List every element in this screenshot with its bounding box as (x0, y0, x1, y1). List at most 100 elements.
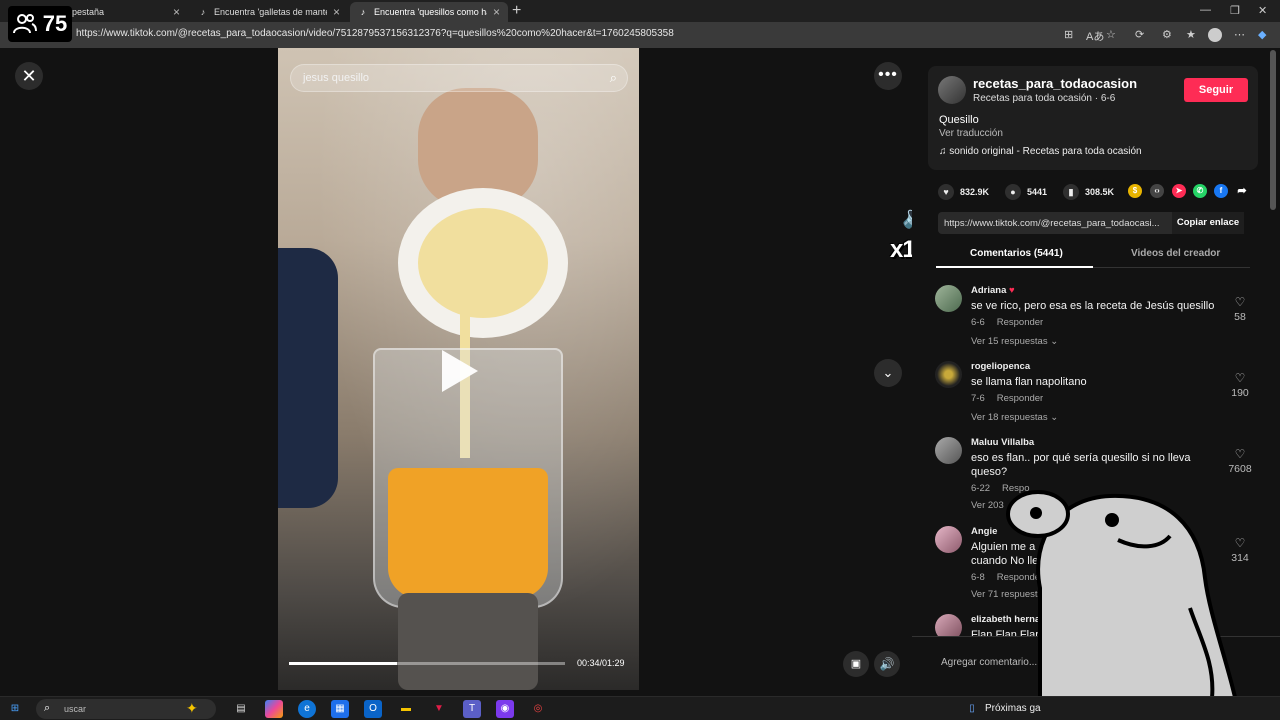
video-progress-bar[interactable] (289, 662, 565, 665)
commenter-name[interactable]: Adriana ♥ (971, 285, 1015, 296)
comment-count: 5441 (1027, 187, 1048, 197)
save-count: 308.5K (1085, 187, 1115, 197)
search-icon[interactable]: ⌕ (610, 70, 617, 86)
sparkle-icon: ✦ (186, 700, 198, 716)
outlook-icon[interactable]: O (364, 700, 382, 718)
heart-outline-icon[interactable]: ♡ (1225, 447, 1255, 461)
save-stat[interactable]: ▮ 308.5K (1063, 184, 1114, 200)
like-stat[interactable]: ♥ 832.9K (938, 184, 989, 200)
commenter-name[interactable]: rogeliopenca (971, 361, 1030, 372)
view-replies-button[interactable]: Ver 203 (971, 500, 1004, 511)
read-aloud-icon[interactable]: Aあ (1086, 28, 1104, 44)
taskbar-search[interactable]: ⌕ uscar ✦ (36, 699, 216, 719)
share-link-box[interactable]: https://www.tiktok.com/@recetas_para_tod… (938, 212, 1172, 234)
url-field[interactable]: https://www.tiktok.com/@recetas_para_tod… (76, 28, 674, 39)
whatsapp-icon[interactable]: ✆ (1193, 184, 1207, 198)
taskbar-search-input[interactable]: uscar (64, 704, 86, 714)
page-scrollbar[interactable] (1270, 50, 1276, 210)
close-video-button[interactable]: ✕ (15, 62, 43, 90)
taskbar-news[interactable]: Próximas ga (985, 703, 1041, 714)
comment-item: rogeliopenca se llama flan napolitano 7-… (935, 361, 1255, 425)
picture-in-picture-button[interactable]: ▣ (843, 651, 869, 677)
maximize-icon[interactable]: ❐ (1230, 4, 1240, 17)
send-icon[interactable]: ➤ (1172, 184, 1186, 198)
obs-icon[interactable]: ◎ (529, 700, 547, 718)
menu-icon[interactable]: ⋯ (1234, 28, 1245, 41)
comment-like[interactable]: ♡ 190 (1225, 371, 1255, 399)
copy-link-button[interactable]: Copiar enlace (1172, 212, 1244, 234)
heart-icon[interactable]: ♥ (938, 184, 954, 200)
play-icon[interactable] (442, 350, 478, 392)
address-bar: https://www.tiktok.com/@recetas_para_tod… (0, 22, 1280, 48)
comment-like[interactable]: ♡ 58 (1225, 295, 1255, 323)
commenter-name[interactable]: Angie (971, 526, 997, 537)
browser-tab-3[interactable]: ♪ Encuentra 'quesillos como hacer' × (350, 2, 508, 22)
blob-mascot-overlay (1006, 490, 1243, 720)
file-explorer-icon[interactable]: ▬ (397, 700, 415, 718)
close-tab-icon[interactable]: × (173, 5, 180, 19)
author-name[interactable]: recetas_para_todaocasion (973, 76, 1137, 91)
share-arrow-icon[interactable]: ➦ (1235, 184, 1249, 198)
store-icon[interactable]: ▦ (331, 700, 349, 718)
follow-button[interactable]: Seguir (1184, 78, 1248, 102)
music-title: sonido original - Recetas para toda ocas… (949, 146, 1142, 157)
translate-link[interactable]: Ver traducción (939, 128, 1003, 139)
bookmark-icon[interactable]: ▮ (1063, 184, 1079, 200)
next-video-button[interactable]: ⌄ (874, 359, 902, 387)
comment-date: 6-6 (971, 317, 985, 328)
coin-share-icon[interactable]: $ (1128, 184, 1142, 198)
edge-icon[interactable]: e (298, 700, 316, 718)
browser-tab-2[interactable]: ♪ Encuentra 'galletas de mantequilla × (190, 2, 348, 22)
commenter-name[interactable]: Maluu Villalba (971, 437, 1034, 448)
close-window-icon[interactable]: ✕ (1258, 4, 1267, 17)
browser-tab-1[interactable]: pestaña × (64, 2, 188, 22)
commenter-avatar[interactable] (935, 285, 962, 312)
task-view-icon[interactable]: ▤ (232, 700, 250, 718)
close-tab-icon[interactable]: × (333, 5, 340, 19)
heart-outline-icon[interactable]: ♡ (1225, 295, 1255, 309)
author-subtitle: Recetas para toda ocasión · 6-6 (973, 93, 1116, 104)
profile-avatar[interactable] (1208, 28, 1222, 42)
facebook-icon[interactable]: f (1214, 184, 1228, 198)
copilot-app-icon[interactable] (265, 700, 283, 718)
video-progress-fill (289, 662, 397, 665)
refresh-icon[interactable]: ⟳ (1135, 28, 1144, 41)
vpn-icon[interactable]: ▼ (430, 700, 448, 718)
copilot-icon[interactable]: ◆ (1258, 28, 1266, 41)
apron-shape (278, 248, 338, 508)
heart-outline-icon[interactable]: ♡ (1225, 371, 1255, 385)
author-avatar[interactable] (938, 76, 966, 104)
close-tab-icon[interactable]: × (493, 5, 500, 19)
windows-start-icon[interactable]: ⊞ (6, 700, 24, 718)
commenter-avatar[interactable] (935, 526, 962, 553)
commenter-avatar[interactable] (935, 361, 962, 388)
video-search-bar[interactable]: jesus quesillo ⌕ (290, 64, 628, 92)
view-replies-button[interactable]: Ver 18 respuestas ⌄ (971, 412, 1058, 423)
participants-count: 75 (42, 11, 68, 36)
commenter-avatar[interactable] (935, 614, 962, 636)
comment-date: 7-6 (971, 393, 985, 404)
volume-button[interactable]: 🔊 (874, 651, 900, 677)
comment-stat[interactable]: ● 5441 (1005, 184, 1047, 200)
comment-icon[interactable]: ● (1005, 184, 1021, 200)
view-replies-button[interactable]: Ver 15 respuestas ⌄ (971, 336, 1058, 347)
favorites-icon[interactable]: ★ (1186, 28, 1196, 41)
document-icon[interactable]: ▯ (963, 700, 981, 718)
apps-icon[interactable]: ⊞ (1064, 28, 1073, 41)
tab-comments[interactable]: Comentarios (5441) (970, 248, 1063, 259)
minimize-icon[interactable]: — (1200, 4, 1211, 16)
video-search-input[interactable]: jesus quesillo (303, 72, 369, 84)
commenter-avatar[interactable] (935, 437, 962, 464)
extensions-icon[interactable]: ⚙ (1162, 28, 1172, 41)
reply-button[interactable]: Responder (997, 393, 1043, 404)
new-tab-icon[interactable]: + (512, 2, 521, 20)
heart-badge-icon: ♥ (1009, 285, 1015, 296)
teams-icon[interactable]: T (463, 700, 481, 718)
discord-icon[interactable]: ◉ (496, 700, 514, 718)
tab-creator-videos[interactable]: Videos del creador (1131, 248, 1220, 259)
embed-icon[interactable]: ‹› (1150, 184, 1164, 198)
more-options-button[interactable]: ••• (874, 62, 902, 90)
music-link[interactable]: ♫ sonido original - Recetas para toda oc… (939, 146, 1142, 157)
favorite-star-icon[interactable]: ☆ (1106, 28, 1116, 41)
reply-button[interactable]: Responder (997, 317, 1043, 328)
